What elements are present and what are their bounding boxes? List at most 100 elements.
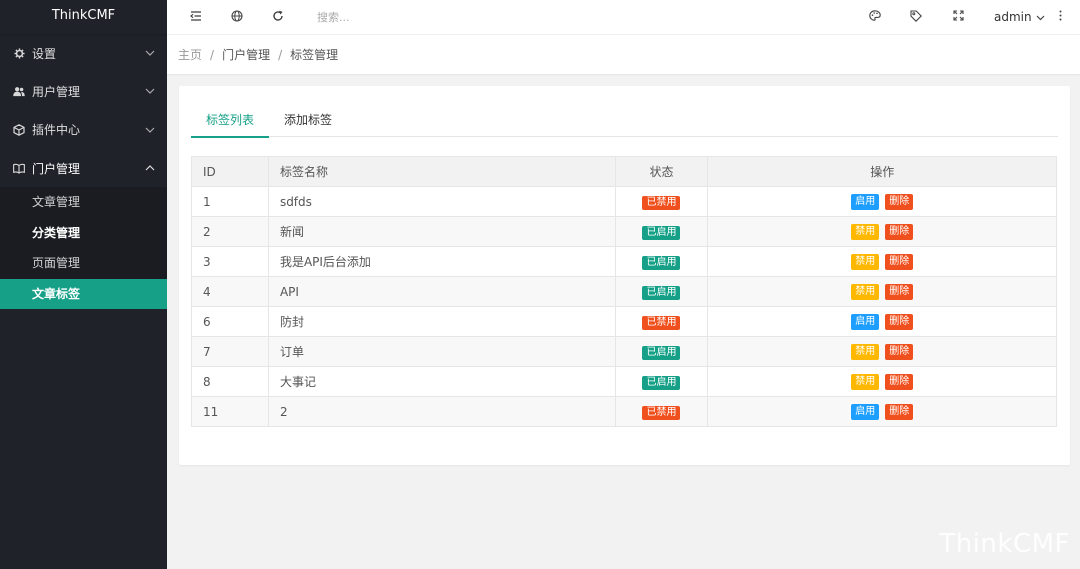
users-icon xyxy=(13,85,25,97)
portal-submenu: 文章管理 分类管理 页面管理 文章标签 xyxy=(0,187,167,310)
table-row: 4 API 已启用 禁用 删除 xyxy=(191,276,1057,307)
cell-name: 新闻 xyxy=(267,216,616,247)
disable-button[interactable]: 禁用 xyxy=(851,374,880,390)
watermark: ThinkCMF xyxy=(939,529,1070,559)
breadcrumb-home[interactable]: 主页 xyxy=(178,46,202,63)
column-header-actions: 操作 xyxy=(707,156,1057,187)
cell-status: 已启用 xyxy=(614,366,709,397)
cell-id: 6 xyxy=(191,306,269,337)
cell-status: 已启用 xyxy=(614,336,709,367)
gear-icon xyxy=(13,47,25,59)
delete-button[interactable]: 删除 xyxy=(885,344,914,360)
table-row: 8 大事记 已启用 禁用 删除 xyxy=(191,366,1057,397)
top-header: admin xyxy=(167,0,1080,35)
breadcrumb-separator: / xyxy=(278,47,283,62)
disable-button[interactable]: 禁用 xyxy=(851,224,880,240)
cell-actions: 启用 删除 xyxy=(707,306,1057,337)
cell-name: sdfds xyxy=(267,186,616,217)
app-logo[interactable]: ThinkCMF xyxy=(0,0,167,34)
cell-id: 11 xyxy=(191,396,269,427)
status-badge: 已启用 xyxy=(642,225,681,240)
enable-button[interactable]: 启用 xyxy=(851,404,880,420)
disable-button[interactable]: 禁用 xyxy=(851,254,880,270)
refresh-button[interactable] xyxy=(267,0,289,34)
cell-actions: 启用 删除 xyxy=(707,186,1057,217)
status-badge: 已启用 xyxy=(642,375,681,390)
sidebar-subitem-tags[interactable]: 文章标签 xyxy=(0,278,167,310)
tab-add-tag[interactable]: 添加标签 xyxy=(269,106,347,137)
column-header-status: 状态 xyxy=(614,156,709,187)
enable-button[interactable]: 启用 xyxy=(851,314,880,330)
disable-button[interactable]: 禁用 xyxy=(851,284,880,300)
sidebar-item-portal[interactable]: 门户管理 xyxy=(0,149,167,187)
sidebar-item-users[interactable]: 用户管理 xyxy=(0,72,167,110)
status-badge: 已禁用 xyxy=(642,315,681,330)
cell-status: 已启用 xyxy=(614,216,709,247)
cell-name: 2 xyxy=(267,396,616,427)
delete-button[interactable]: 删除 xyxy=(885,194,914,210)
breadcrumb: 主页 / 门户管理 / 标签管理 xyxy=(167,35,1080,74)
status-badge: 已启用 xyxy=(642,255,681,270)
table-row: 7 订单 已启用 禁用 删除 xyxy=(191,336,1057,367)
cell-status: 已禁用 xyxy=(614,306,709,337)
sidebar-item-label: 门户管理 xyxy=(32,161,81,176)
tag-icon xyxy=(910,9,922,25)
website-button[interactable] xyxy=(226,0,248,34)
fullscreen-icon xyxy=(952,10,964,24)
sidebar-item-label: 插件中心 xyxy=(32,123,81,138)
delete-button[interactable]: 删除 xyxy=(885,284,914,300)
tab-bar: 标签列表 添加标签 xyxy=(191,106,1058,138)
delete-button[interactable]: 删除 xyxy=(885,254,914,270)
sidebar-subitem-categories[interactable]: 分类管理 xyxy=(0,218,167,249)
chevron-down-icon xyxy=(145,48,155,58)
palette-icon xyxy=(869,10,881,24)
content-card: 标签列表 添加标签 ID 标签名称 状态 操作 1 sdfds 已禁用 启用 删除 2 新闻… xyxy=(179,86,1070,465)
cell-name: 防封 xyxy=(267,306,616,337)
column-header-name: 标签名称 xyxy=(267,156,616,187)
chevron-up-icon xyxy=(145,163,155,173)
enable-button[interactable]: 启用 xyxy=(851,194,880,210)
delete-button[interactable]: 删除 xyxy=(885,404,914,420)
tab-tag-list[interactable]: 标签列表 xyxy=(191,106,270,138)
delete-button[interactable]: 删除 xyxy=(885,374,914,390)
table-row: 2 新闻 已启用 禁用 删除 xyxy=(191,216,1057,247)
cell-actions: 禁用 删除 xyxy=(707,366,1057,397)
more-vertical-icon xyxy=(1059,10,1062,24)
sidebar-item-plugins[interactable]: 插件中心 xyxy=(0,111,167,149)
disable-button[interactable]: 禁用 xyxy=(851,344,880,360)
chevron-down-icon xyxy=(145,86,155,96)
refresh-icon xyxy=(272,10,284,25)
search-input[interactable] xyxy=(317,8,577,26)
theme-button[interactable] xyxy=(864,0,886,34)
user-menu[interactable]: admin xyxy=(994,0,1045,34)
sidebar-subitem-pages[interactable]: 页面管理 xyxy=(0,248,167,279)
sidebar-item-label: 设置 xyxy=(32,46,57,61)
breadcrumb-portal[interactable]: 门户管理 xyxy=(222,46,270,63)
delete-button[interactable]: 删除 xyxy=(885,314,914,330)
more-button[interactable] xyxy=(1053,0,1067,34)
cell-actions: 禁用 删除 xyxy=(707,216,1057,247)
status-badge: 已禁用 xyxy=(642,405,681,420)
table-row: 1 sdfds 已禁用 启用 删除 xyxy=(191,186,1057,217)
cell-actions: 禁用 删除 xyxy=(707,246,1057,277)
chevron-down-icon xyxy=(1032,10,1045,24)
cell-name: 大事记 xyxy=(267,366,616,397)
menu-fold-icon xyxy=(190,10,202,24)
tag-button[interactable] xyxy=(905,0,927,34)
breadcrumb-separator: / xyxy=(210,47,215,62)
username: admin xyxy=(994,10,1032,24)
book-icon xyxy=(13,162,25,174)
cell-actions: 启用 删除 xyxy=(707,396,1057,427)
cell-name: 订单 xyxy=(267,336,616,367)
fullscreen-button[interactable] xyxy=(947,0,969,34)
table-row: 11 2 已禁用 启用 删除 xyxy=(191,396,1057,427)
tags-table: ID 标签名称 状态 操作 1 sdfds 已禁用 启用 删除 2 新闻 已启用 禁用 删除 3 我是… xyxy=(191,156,1057,427)
cell-id: 3 xyxy=(191,246,269,277)
sidebar-subitem-articles[interactable]: 文章管理 xyxy=(0,187,167,218)
menu-toggle-button[interactable] xyxy=(185,0,207,34)
table-row: 6 防封 已禁用 启用 删除 xyxy=(191,306,1057,337)
delete-button[interactable]: 删除 xyxy=(885,224,914,240)
chevron-down-icon xyxy=(145,125,155,135)
sidebar-item-settings[interactable]: 设置 xyxy=(0,34,167,72)
globe-icon xyxy=(231,9,243,25)
